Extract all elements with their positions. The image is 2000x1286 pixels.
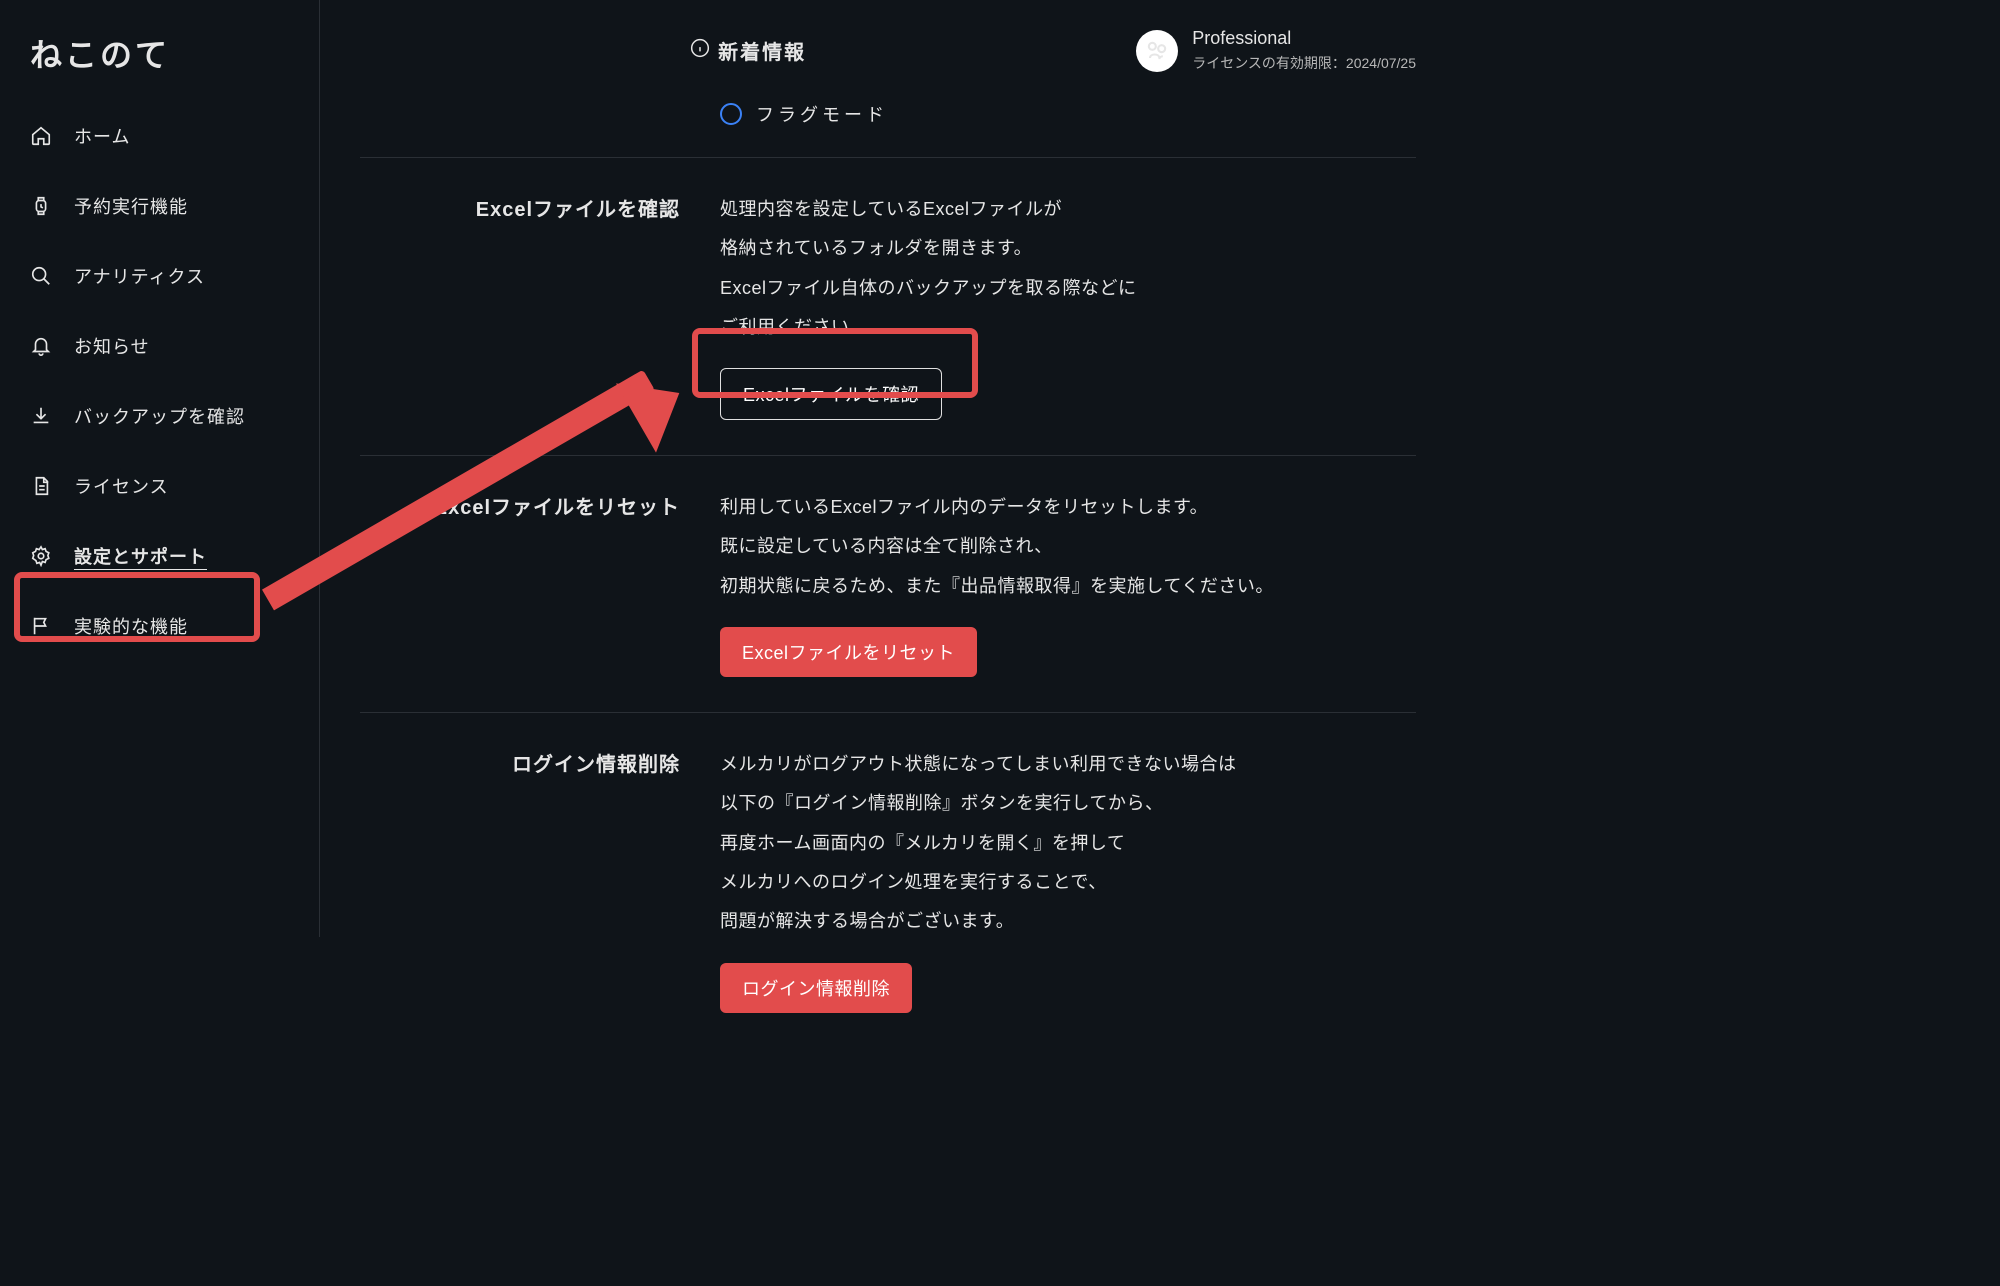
desc: 初期状態に戻るため、また『出品情報取得』を実施してください。	[720, 570, 1416, 603]
desc: 処理内容を設定しているExcelファイルが	[720, 193, 1416, 226]
desc: Excelファイル自体のバックアップを取る際などに	[720, 272, 1416, 305]
sidebar-item-label: アナリティクス	[74, 263, 205, 289]
desc: ご利用ください。	[720, 311, 1416, 344]
document-icon	[30, 475, 52, 497]
sidebar-item-label: 実験的な機能	[74, 613, 188, 639]
license-expiry: ライセンスの有効期限：2024/07/25	[1192, 53, 1416, 73]
section-excel-reset: Excelファイルをリセット 利用しているExcelファイル内のデータをリセット…	[360, 456, 1416, 713]
desc: 格納されているフォルダを開きます。	[720, 232, 1416, 265]
excel-reset-button[interactable]: Excelファイルをリセット	[720, 627, 977, 677]
sidebar-item-home[interactable]: ホーム	[0, 101, 319, 171]
bell-icon	[30, 335, 52, 357]
sidebar-item-analytics[interactable]: アナリティクス	[0, 241, 319, 311]
sidebar-item-label: 予約実行機能	[74, 193, 188, 219]
section-title: ログイン情報削除	[360, 748, 720, 1012]
section-title: Excelファイルをリセット	[360, 491, 720, 677]
desc: メルカリへのログイン処理を実行することで、	[720, 866, 1416, 899]
flag-icon	[30, 615, 52, 637]
sidebar-item-label: 設定とサポート	[74, 543, 207, 569]
news-link[interactable]: 新着情報	[360, 36, 1136, 65]
gear-icon	[30, 545, 52, 567]
info-icon	[690, 38, 710, 64]
flag-mode-label: フラグモード	[756, 101, 888, 127]
desc: 再度ホーム画面内の『メルカリを開く』を押して	[720, 827, 1416, 860]
desc: 既に設定している内容は全て削除され、	[720, 530, 1416, 563]
app-logo: ねこのて	[0, 30, 319, 101]
sidebar-item-backup[interactable]: バックアップを確認	[0, 381, 319, 451]
plan-name: Professional	[1192, 28, 1416, 49]
news-label: 新着情報	[718, 36, 806, 65]
home-icon	[30, 125, 52, 147]
login-delete-button[interactable]: ログイン情報削除	[720, 963, 912, 1013]
account-area[interactable]: Professional ライセンスの有効期限：2024/07/25	[1136, 28, 1416, 73]
flag-mode-radio[interactable]	[720, 103, 742, 125]
desc: 問題が解決する場合がございます。	[720, 905, 1416, 938]
sidebar-item-notifications[interactable]: お知らせ	[0, 311, 319, 381]
section-title: Excelファイルを確認	[360, 193, 720, 420]
sidebar-item-label: バックアップを確認	[74, 403, 245, 429]
download-icon	[30, 405, 52, 427]
sidebar-item-label: お知らせ	[74, 333, 150, 359]
desc: 利用しているExcelファイル内のデータをリセットします。	[720, 491, 1416, 524]
avatar	[1136, 30, 1178, 72]
sidebar-item-experimental[interactable]: 実験的な機能	[0, 591, 319, 661]
sidebar-item-license[interactable]: ライセンス	[0, 451, 319, 521]
sidebar-item-label: ホーム	[74, 123, 130, 149]
desc: メルカリがログアウト状態になってしまい利用できない場合は	[720, 748, 1416, 781]
section-login-delete: ログイン情報削除 メルカリがログアウト状態になってしまい利用できない場合は 以下…	[360, 713, 1416, 1047]
desc: 以下の『ログイン情報削除』ボタンを実行してから、	[720, 787, 1416, 820]
sidebar-item-settings[interactable]: 設定とサポート	[0, 521, 319, 591]
search-icon	[30, 265, 52, 287]
section-excel-confirm: Excelファイルを確認 処理内容を設定しているExcelファイルが 格納されて…	[360, 158, 1416, 456]
excel-confirm-button[interactable]: Excelファイルを確認	[720, 368, 942, 420]
sidebar-item-label: ライセンス	[74, 473, 169, 499]
content: フラグモード Excelファイルを確認 処理内容を設定しているExcelファイル…	[320, 101, 1456, 1048]
sidebar-item-schedule[interactable]: 予約実行機能	[0, 171, 319, 241]
watch-icon	[30, 195, 52, 217]
topbar: 新着情報 Professional ライセンスの有効期限：2024/07/25	[320, 0, 1456, 101]
main: 新着情報 Professional ライセンスの有効期限：2024/07/25 …	[320, 0, 1456, 937]
sidebar: ねこのて ホーム 予約実行機能 アナリティクス お知らせ	[0, 0, 320, 937]
flag-mode-row: フラグモード	[360, 101, 1416, 158]
